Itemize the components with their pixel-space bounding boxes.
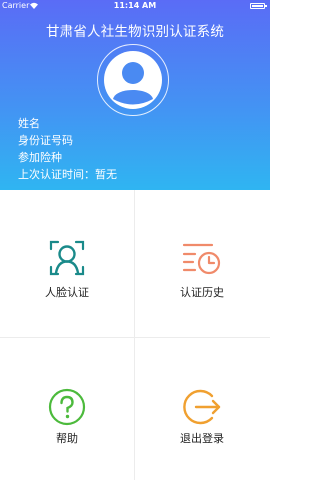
status-bar: Carrier 11:14 AM (0, 0, 270, 12)
auth-history-label: 认证历史 (180, 286, 224, 299)
status-time: 11:14 AM (113, 1, 157, 10)
last-auth-time-label: 上次认证时间：暂无 (18, 168, 117, 181)
logout-button[interactable]: 退出登录 (135, 338, 269, 480)
header-banner: 甘肃省人社生物识别认证系统 姓名 身份证号码 参加险种 上次认证时间：暂无 (0, 0, 270, 190)
app-title: 甘肃省人社生物识别认证系统 (45, 24, 225, 40)
avatar[interactable] (97, 44, 169, 116)
face-auth-label: 人脸认证 (45, 286, 89, 299)
logout-label: 退出登录 (180, 432, 224, 445)
logout-icon (183, 389, 221, 425)
history-clock-icon (182, 243, 221, 275)
face-scan-icon (49, 240, 85, 276)
name-label: 姓名 (18, 117, 40, 130)
user-avatar-icon (104, 51, 162, 109)
help-button[interactable]: 帮助 (0, 338, 134, 480)
battery-icon (250, 3, 267, 9)
id-number-label: 身份证号码 (18, 134, 73, 147)
help-label: 帮助 (56, 432, 78, 445)
question-icon (48, 388, 86, 426)
face-auth-button[interactable]: 人脸认证 (0, 190, 134, 337)
auth-history-button[interactable]: 认证历史 (135, 190, 269, 337)
insurance-type-label: 参加险种 (18, 151, 62, 164)
